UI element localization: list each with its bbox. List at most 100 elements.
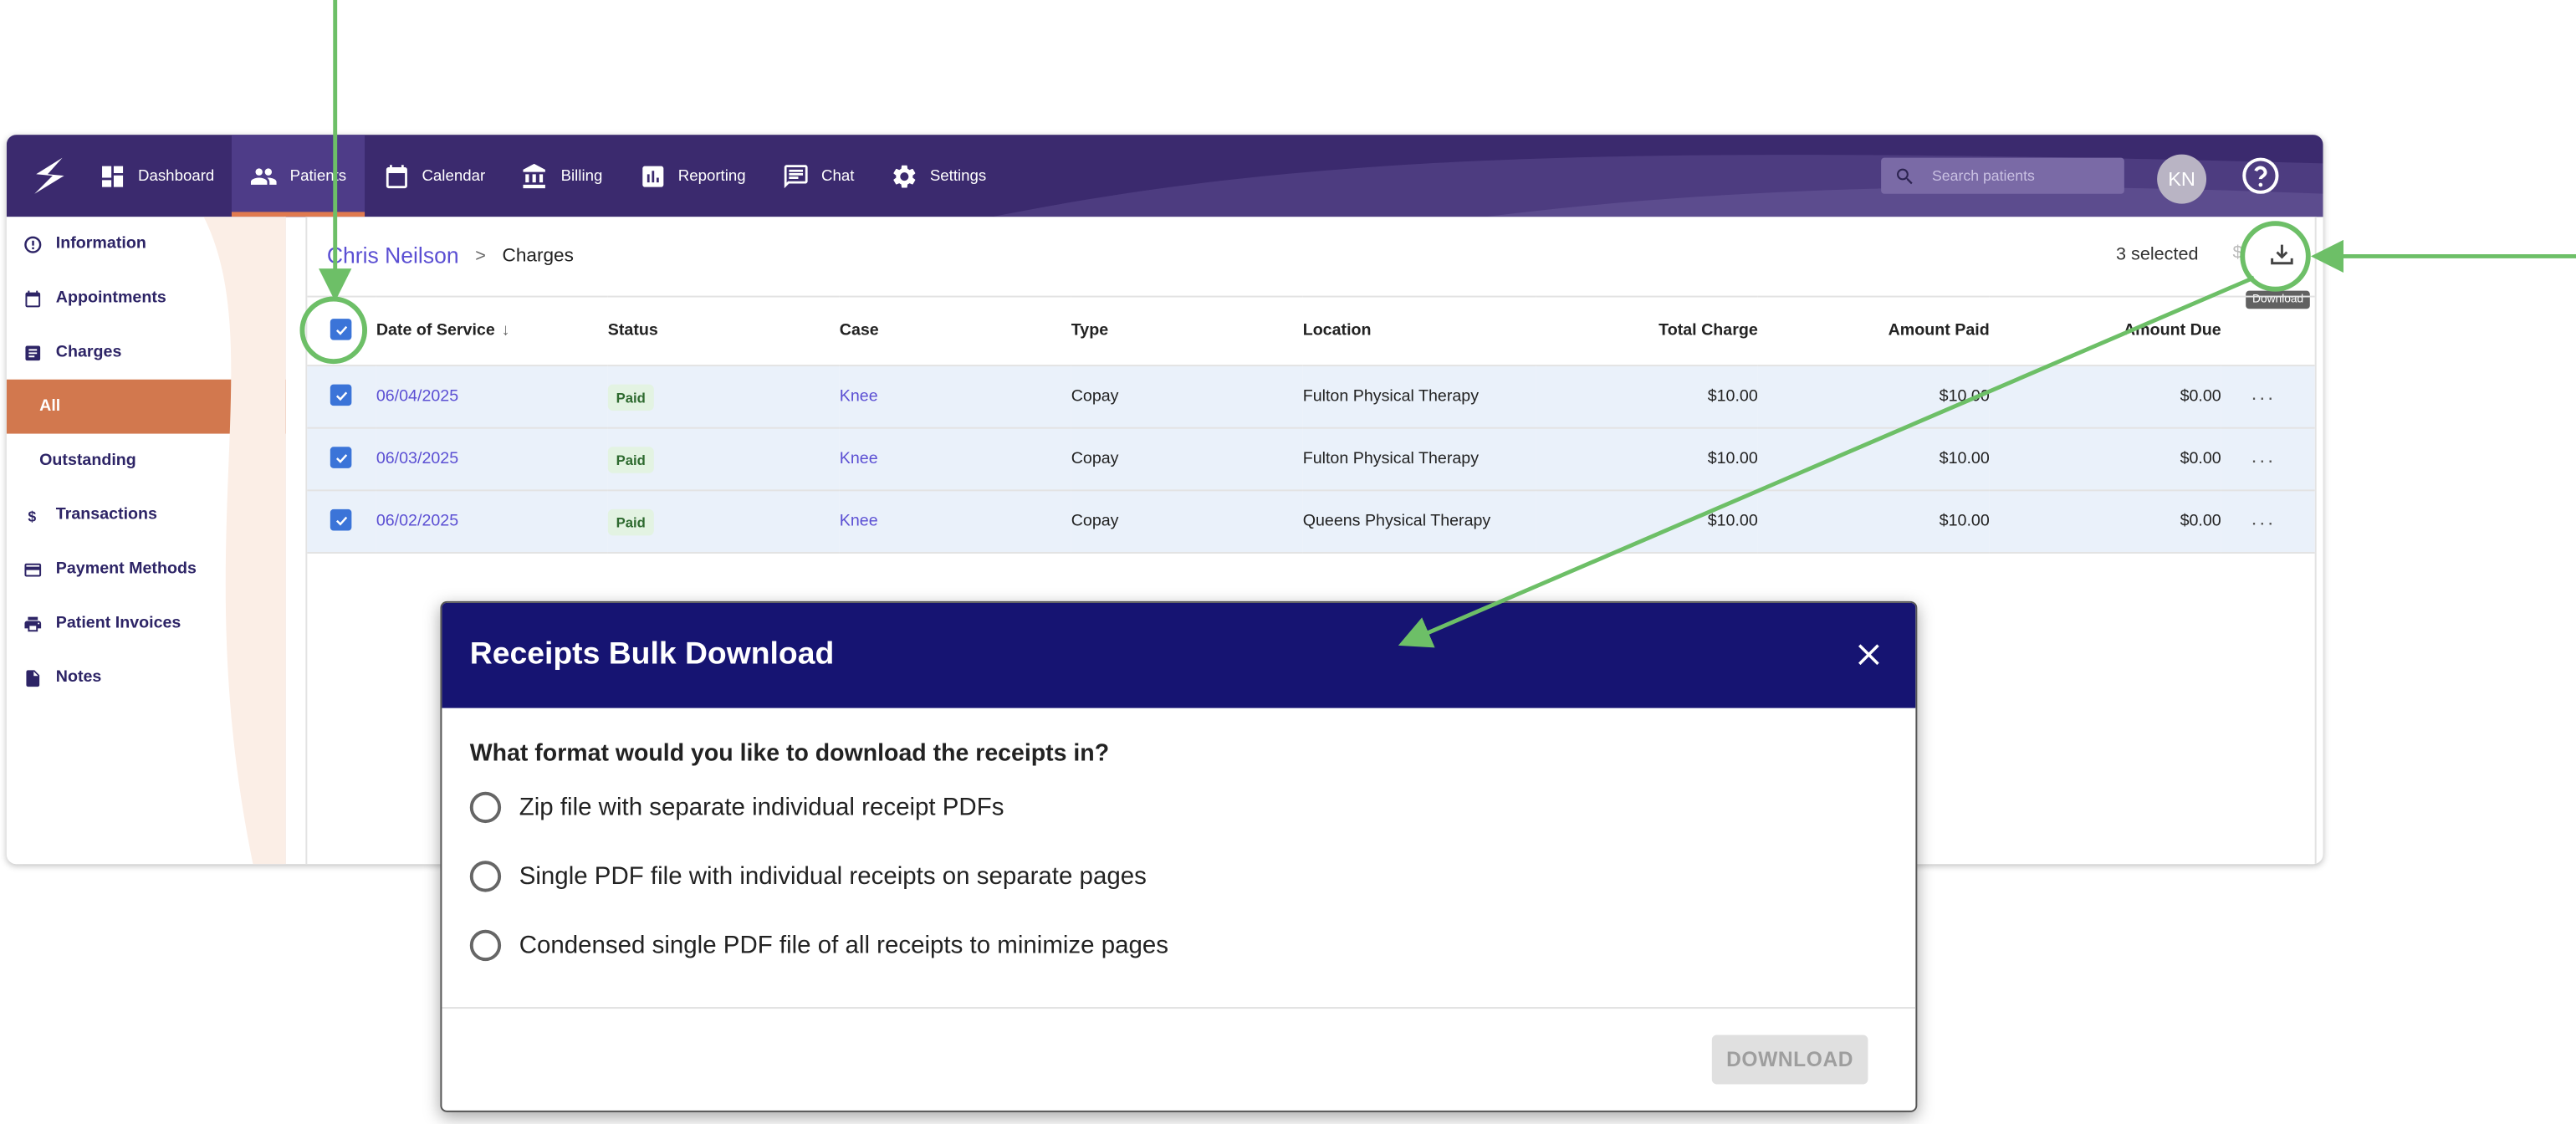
nav-billing-label: Billing (560, 166, 603, 185)
radio-button[interactable] (469, 929, 502, 962)
breadcrumb: Chris Neilson > Charges (327, 243, 574, 268)
total-charge-cell: $10.00 (1536, 365, 1758, 429)
col-label: Total Charge (1659, 322, 1758, 340)
date-link[interactable]: 06/02/2025 (376, 513, 458, 531)
type-cell: Copay (1071, 427, 1303, 492)
sidebar-item-label: Payment Methods (55, 559, 197, 579)
nav-reporting[interactable]: Reporting (621, 135, 764, 217)
sidebar-item-label: Outstanding (39, 452, 136, 470)
location-cell: Fulton Physical Therapy (1302, 365, 1536, 429)
col-type[interactable]: Type (1071, 295, 1303, 367)
charges-table: Date of Service ↓ Status Case Type Locati… (307, 295, 2315, 554)
format-question: What format would you like to download t… (469, 740, 1110, 768)
nav-patients[interactable]: Patients (232, 135, 365, 217)
user-avatar[interactable]: KN (2157, 154, 2207, 204)
search-input[interactable] (1932, 167, 2113, 185)
brand-logo-icon[interactable] (29, 155, 69, 197)
sidebar-item-label: All (39, 397, 61, 416)
case-link[interactable]: Knee (840, 450, 878, 468)
amount-due-cell: $0.00 (1989, 490, 2221, 554)
row-menu-icon[interactable]: ··· (2251, 386, 2275, 409)
nav-settings[interactable]: Settings (872, 135, 1004, 217)
col-location[interactable]: Location (1302, 295, 1536, 367)
nav-dashboard-label: Dashboard (138, 166, 215, 185)
sort-down-icon[interactable]: ↓ (502, 322, 510, 340)
col-date-of-service[interactable]: Date of Service ↓ (376, 295, 608, 367)
help-icon[interactable] (2241, 156, 2280, 196)
type-cell: Copay (1071, 490, 1303, 554)
dialog-footer (442, 1007, 1916, 1111)
screenshot-stage: Dashboard Patients Calendar Billing Repo… (0, 0, 2576, 1124)
dialog-header: Receipts Bulk Download (442, 602, 1916, 708)
option-single-pdf[interactable]: Single PDF file with individual receipts… (469, 861, 1147, 892)
sidebar-decoration (203, 217, 286, 865)
nav-chat-label: Chat (821, 166, 855, 185)
download-button[interactable]: DOWNLOAD (1711, 1035, 1868, 1085)
download-icon[interactable] (2267, 240, 2297, 269)
sidebar-item-label: Charges (55, 343, 122, 362)
select-all-checkbox[interactable] (330, 319, 352, 341)
amount-due-cell: $0.00 (1989, 427, 2221, 492)
status-badge: Paid (607, 508, 654, 535)
row-select-cell (307, 490, 376, 554)
dollar-icon: $ (28, 508, 36, 524)
patient-sidebar: Information Appointments Charges All Out… (6, 217, 286, 865)
amount-paid-cell: $10.00 (1757, 490, 1990, 554)
nav-patients-label: Patients (289, 166, 347, 185)
nav-reporting-label: Reporting (677, 166, 746, 185)
row-select-cell (307, 427, 376, 492)
sidebar-item-label: Patient Invoices (55, 614, 181, 633)
option-label: Condensed single PDF file of all receipt… (519, 931, 1169, 960)
date-link[interactable]: 06/03/2025 (376, 450, 458, 468)
nav-dashboard[interactable]: Dashboard (80, 135, 233, 217)
nav-chat[interactable]: Chat (764, 135, 872, 217)
case-link[interactable]: Knee (840, 388, 878, 406)
col-amount-due[interactable]: Amount Due (1989, 295, 2221, 367)
row-checkbox[interactable] (330, 385, 352, 406)
sidebar-item-label: Information (55, 234, 146, 253)
close-icon[interactable] (1855, 641, 1883, 668)
main-nav: Dashboard Patients Calendar Billing Repo… (80, 135, 1004, 217)
payment-icon[interactable]: $ (2232, 243, 2242, 263)
col-label: Status (607, 322, 658, 340)
info-icon (24, 235, 42, 253)
case-link[interactable]: Knee (840, 513, 878, 531)
row-menu-icon[interactable]: ··· (2251, 447, 2275, 471)
table-row[interactable]: 06/02/2025 Paid Knee Copay Queens Physic… (307, 490, 2315, 554)
breadcrumb-patient-link[interactable]: Chris Neilson (327, 243, 459, 268)
sidebar-item-label: Transactions (55, 506, 157, 524)
calendar-icon (386, 164, 407, 188)
amount-paid-cell: $10.00 (1757, 365, 1990, 429)
check-icon (335, 391, 347, 401)
row-select-cell (307, 365, 376, 429)
radio-button[interactable] (469, 861, 502, 892)
gear-icon (893, 164, 916, 187)
row-checkbox[interactable] (330, 509, 352, 531)
nav-calendar[interactable]: Calendar (365, 135, 503, 217)
table-row[interactable]: 06/04/2025 Paid Knee Copay Fulton Physic… (307, 365, 2315, 429)
col-status[interactable]: Status (607, 295, 840, 367)
row-menu-icon[interactable]: ··· (2251, 510, 2275, 534)
list-icon (25, 345, 41, 360)
radio-button[interactable] (469, 791, 502, 824)
location-cell: Fulton Physical Therapy (1302, 427, 1536, 492)
receipts-download-dialog: Receipts Bulk Download What format would… (440, 600, 1918, 1112)
patient-search[interactable] (1881, 157, 2124, 194)
status-badge: Paid (607, 446, 654, 473)
col-total-charge[interactable]: Total Charge (1536, 295, 1758, 367)
option-condensed-pdf[interactable]: Condensed single PDF file of all receipt… (469, 929, 1169, 962)
nav-billing[interactable]: Billing (503, 135, 621, 217)
chat-icon (784, 164, 808, 188)
col-case[interactable]: Case (839, 295, 1071, 367)
row-checkbox[interactable] (330, 447, 352, 469)
date-link[interactable]: 06/04/2025 (376, 388, 458, 406)
check-icon (335, 516, 347, 526)
col-amount-paid[interactable]: Amount Paid (1757, 295, 1990, 367)
option-label: Zip file with separate individual receip… (519, 793, 1004, 822)
search-icon (1897, 167, 1913, 184)
selected-count: 3 selected (2116, 244, 2199, 265)
table-row[interactable]: 06/03/2025 Paid Knee Copay Fulton Physic… (307, 427, 2315, 492)
bank-icon (524, 162, 546, 188)
option-label: Single PDF file with individual receipts… (519, 862, 1147, 891)
option-zip[interactable]: Zip file with separate individual receip… (469, 791, 1004, 824)
